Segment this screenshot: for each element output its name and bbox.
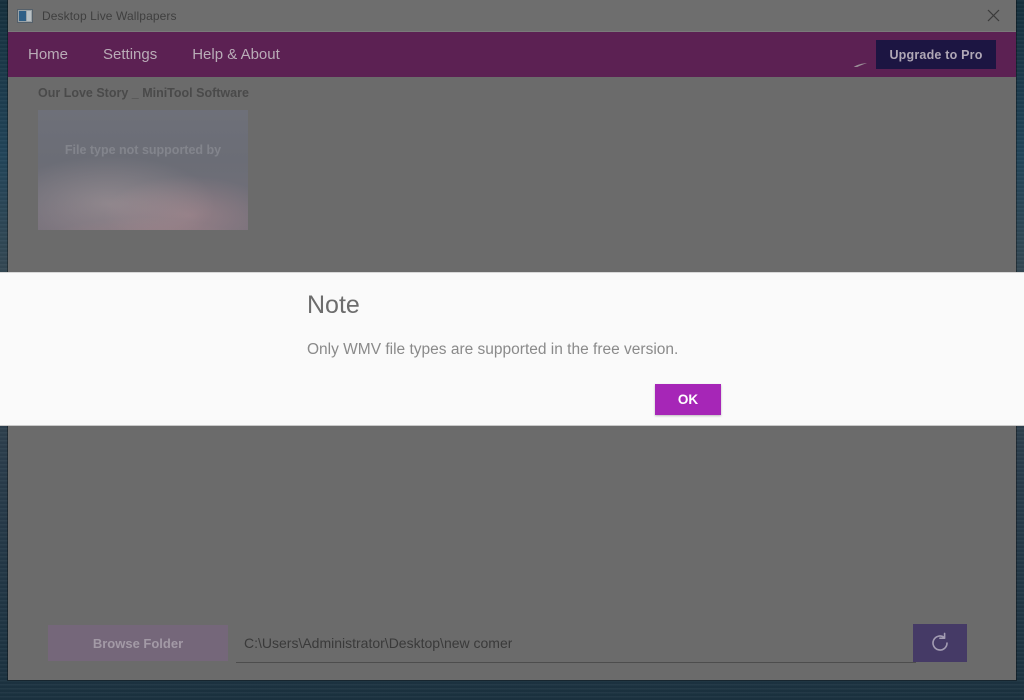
refresh-icon (932, 632, 948, 651)
refresh-button[interactable] (913, 624, 967, 662)
navigation-bar: Home Settings Help & About Upgrade to Pr… (8, 32, 1016, 77)
dialog-message: Only WMV file types are supported in the… (307, 341, 679, 358)
upgrade-to-pro-button[interactable]: Upgrade to Pro (876, 40, 996, 69)
window-title: Desktop Live Wallpapers (42, 8, 177, 23)
screen: Desktop Live Wallpapers Home Settings He… (0, 0, 1024, 700)
bottom-toolbar: Browse Folder C:\Users\Administrator\Des… (8, 623, 1016, 667)
wallpaper-card[interactable]: Our Love Story _ MiniTool Software File … (38, 86, 268, 230)
wallpaper-title: Our Love Story _ MiniTool Software (38, 86, 249, 100)
dialog-title: Note (307, 291, 360, 319)
nav-item-settings[interactable]: Settings (103, 46, 157, 63)
ok-button[interactable]: OK (655, 384, 721, 415)
close-button[interactable] (970, 0, 1016, 31)
folder-path-input[interactable]: C:\Users\Administrator\Desktop\new comer (236, 623, 916, 663)
nav-item-home[interactable]: Home (28, 46, 68, 63)
title-bar: Desktop Live Wallpapers (8, 0, 1016, 32)
thumbnail-overlay-text: File type not supported by (64, 143, 222, 157)
wallpaper-thumbnail[interactable]: File type not supported by (38, 110, 248, 230)
note-dialog: Note Only WMV file types are supported i… (0, 272, 1024, 426)
crown-icon (850, 58, 868, 67)
app-window-icon (17, 8, 33, 23)
folder-path-value: C:\Users\Administrator\Desktop\new comer (244, 634, 513, 651)
close-icon (987, 9, 999, 22)
nav-item-help-about[interactable]: Help & About (192, 46, 280, 63)
browse-folder-button[interactable]: Browse Folder (48, 625, 228, 661)
